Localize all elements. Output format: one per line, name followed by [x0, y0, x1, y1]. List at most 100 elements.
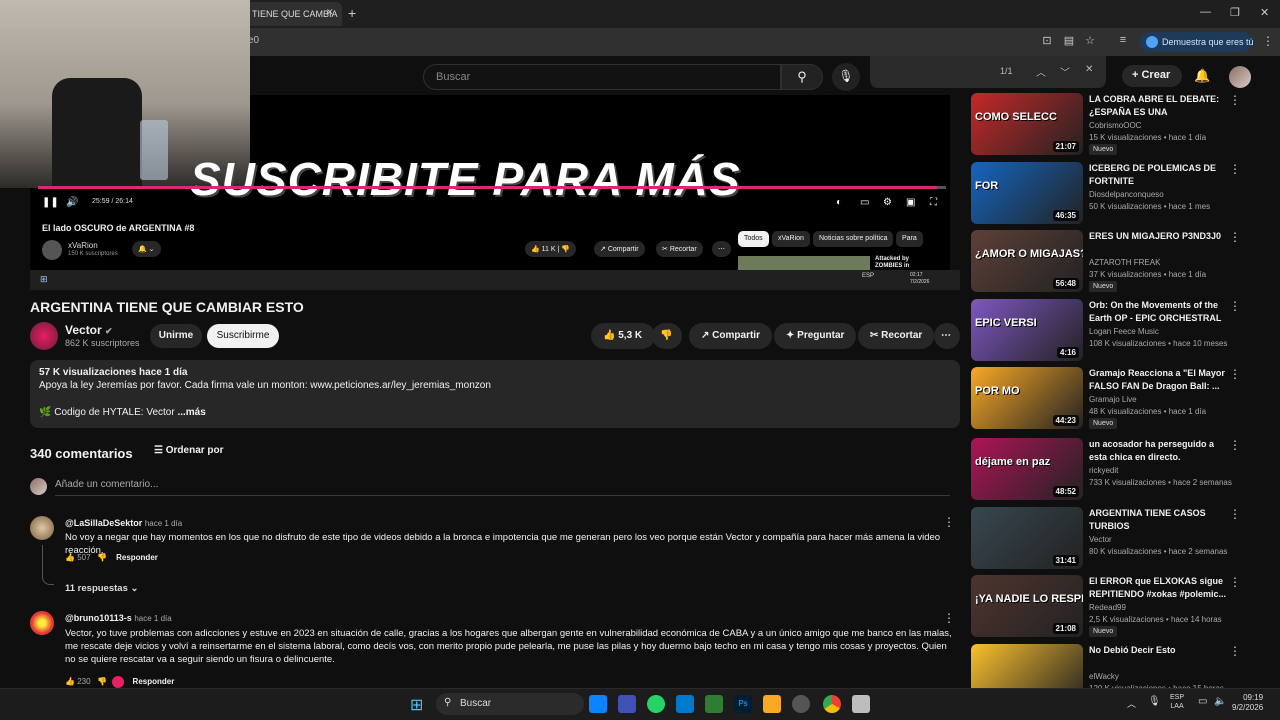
video-thumbnail[interactable]: ¡YA NADIE LO RESPETA! 21:08: [971, 575, 1083, 637]
photoshop-icon[interactable]: Ps: [734, 695, 752, 713]
video-thumbnail[interactable]: EPIC VERSI 4:16: [971, 299, 1083, 361]
subtitles-icon[interactable]: ▭: [860, 197, 869, 208]
recommended-title[interactable]: ICEBERG DE POLEMICAS DE FORTNITE: [1089, 162, 1229, 188]
recommended-video-card[interactable]: déjame en paz 48:52 un acosador ha persegu…: [971, 438, 1271, 500]
video-thumbnail[interactable]: 31:41: [971, 507, 1083, 569]
description-more[interactable]: ...más: [177, 407, 205, 418]
channel-avatar[interactable]: [30, 322, 58, 350]
settings-icon[interactable]: ⚙: [883, 197, 892, 208]
card-menu-icon[interactable]: ⋮: [1229, 438, 1241, 452]
comment-dislike-icon[interactable]: 👎: [97, 677, 107, 686]
recommended-title[interactable]: El ERROR que ELXOKAS sigue REPITIENDO #x…: [1089, 575, 1229, 601]
new-tab-icon[interactable]: +: [348, 5, 356, 21]
recommended-channel[interactable]: Diosdelpanconqueso: [1089, 190, 1164, 199]
subscribe-button[interactable]: Suscribirme: [207, 324, 279, 348]
comment-time[interactable]: hace 1 día: [145, 519, 182, 528]
app-icon[interactable]: [852, 695, 870, 713]
recommended-channel[interactable]: Gramajo Live: [1089, 395, 1137, 404]
recommended-title[interactable]: Orb: On the Movements of the Earth OP - …: [1089, 299, 1229, 325]
close-window-icon[interactable]: ✕: [1260, 6, 1269, 19]
recommended-video-card[interactable]: 31:41 ARGENTINA TIENE CASOS TURBIOS Vector…: [971, 507, 1271, 569]
recommended-channel[interactable]: rickyedit: [1089, 466, 1118, 475]
recommended-video-card[interactable]: ¡YA NADIE LO RESPETA! 21:08 El ERROR que E…: [971, 575, 1271, 637]
app-icon[interactable]: [792, 695, 810, 713]
add-comment-input[interactable]: Añade un comentario...: [55, 479, 158, 490]
recommended-title[interactable]: ARGENTINA TIENE CASOS TURBIOS: [1089, 507, 1229, 533]
join-button[interactable]: Unirme: [150, 324, 202, 348]
like-button[interactable]: 👍 5,3 K: [591, 323, 655, 349]
speaker-icon[interactable]: 🔈: [1214, 696, 1226, 707]
whatsapp-icon[interactable]: [647, 695, 665, 713]
notifications-icon[interactable]: 🔔: [1194, 68, 1210, 84]
video-thumbnail[interactable]: POR MO 44:23: [971, 367, 1083, 429]
search-button[interactable]: ⚲: [781, 64, 823, 90]
reply-button[interactable]: Responder: [116, 553, 158, 562]
channel-name[interactable]: Vector ✔: [65, 323, 113, 337]
comment-like-icon[interactable]: 👍: [65, 677, 75, 686]
recommended-channel[interactable]: elWacky: [1089, 672, 1119, 681]
recommended-channel[interactable]: Vector: [1089, 535, 1112, 544]
video-thumbnail[interactable]: COMO SELECC 21:07: [971, 93, 1083, 155]
chrome-icon[interactable]: [823, 695, 841, 713]
windows-start-icon[interactable]: ⊞: [410, 695, 423, 715]
recommended-video-card[interactable]: EPIC VERSI 4:16 Orb: On the Movements of t…: [971, 299, 1271, 361]
vscode-icon[interactable]: [676, 695, 694, 713]
recommended-channel[interactable]: Redead99: [1089, 603, 1126, 612]
card-menu-icon[interactable]: ⋮: [1229, 367, 1241, 381]
app-icon[interactable]: [705, 695, 723, 713]
fullscreen-icon[interactable]: ⛶: [930, 197, 937, 208]
card-menu-icon[interactable]: ⋮: [1229, 299, 1241, 313]
media-control-icon[interactable]: ≡: [1116, 34, 1130, 48]
account-avatar[interactable]: [1229, 66, 1251, 88]
taskbar-search[interactable]: ⚲ Buscar: [436, 693, 584, 715]
search-input[interactable]: Buscar: [423, 64, 781, 90]
minimize-icon[interactable]: —: [1200, 6, 1211, 18]
verify-button[interactable]: Demuestra que eres tú: [1140, 32, 1254, 52]
comment-menu-icon[interactable]: ⋮: [943, 611, 955, 625]
pause-icon[interactable]: ❚❚: [42, 197, 59, 208]
recommended-title[interactable]: LA COBRA ABRE EL DEBATE: ¿ESPAÑA ES UNA …: [1089, 93, 1229, 119]
recommended-video-card[interactable]: COMO SELECC 21:07 LA COBRA ABRE EL DEBATE:…: [971, 93, 1271, 155]
card-menu-icon[interactable]: ⋮: [1229, 93, 1241, 107]
more-actions-icon[interactable]: ⋯: [934, 323, 960, 349]
recommended-video-card[interactable]: POR MO 44:23 Gramajo Reacciona a "El Mayor…: [971, 367, 1271, 429]
comment-dislike-icon[interactable]: 👎: [97, 553, 107, 562]
maximize-icon[interactable]: ❐: [1230, 6, 1240, 19]
card-menu-icon[interactable]: ⋮: [1229, 230, 1241, 244]
microphone-icon[interactable]: 🎙: [1148, 696, 1161, 707]
comment-menu-icon[interactable]: ⋮: [943, 515, 955, 529]
create-button[interactable]: + Crear: [1122, 65, 1182, 87]
clip-button[interactable]: ✂ Recortar: [858, 323, 935, 349]
reply-button[interactable]: Responder: [133, 677, 175, 686]
comment-like-icon[interactable]: 👍: [65, 553, 75, 562]
share-button[interactable]: ↗ Compartir: [689, 323, 772, 349]
recommended-channel[interactable]: CobrismoOOC: [1089, 121, 1141, 130]
browser-menu-icon[interactable]: ⋮: [1262, 34, 1274, 48]
recommended-title[interactable]: ERES UN MIGAJERO P3ND3J0: [1089, 230, 1229, 243]
recommended-channel[interactable]: AZTAROTH FREAK: [1089, 258, 1160, 267]
comment-time[interactable]: hace 1 día: [134, 614, 171, 623]
recommended-channel[interactable]: Logan Feece Music: [1089, 327, 1159, 336]
find-next-icon[interactable]: ﹀: [1060, 64, 1070, 79]
bookmark-star-icon[interactable]: ☆: [1083, 34, 1097, 48]
autoplay-toggle[interactable]: ◐: [836, 197, 842, 208]
video-thumbnail[interactable]: déjame en paz 48:52: [971, 438, 1083, 500]
card-menu-icon[interactable]: ⋮: [1229, 507, 1241, 521]
comment-avatar[interactable]: [30, 516, 54, 540]
taskbar-clock[interactable]: 09:19 9/2/2026: [1232, 693, 1263, 713]
tab-close-icon[interactable]: ✕: [326, 7, 334, 18]
video-thumbnail[interactable]: FOR 46:35: [971, 162, 1083, 224]
comment-avatar[interactable]: [30, 611, 54, 635]
video-thumbnail[interactable]: ¿AMOR O MIGAJAS? 56:48: [971, 230, 1083, 292]
voice-search-icon[interactable]: 🎙: [832, 63, 860, 91]
volume-icon[interactable]: 🔊: [66, 197, 78, 208]
monitor-icon[interactable]: ▭: [1198, 696, 1207, 707]
card-menu-icon[interactable]: ⋮: [1229, 162, 1241, 176]
card-menu-icon[interactable]: ⋮: [1229, 575, 1241, 589]
dislike-button[interactable]: 👎: [652, 323, 682, 349]
reader-icon[interactable]: ▤: [1062, 34, 1076, 48]
sort-button[interactable]: ☰ Ordenar por: [154, 445, 224, 456]
recommended-video-card[interactable]: FOR 46:35 ICEBERG DE POLEMICAS DE FORTNITE…: [971, 162, 1271, 224]
comment-author[interactable]: @bruno10113-s: [65, 613, 132, 623]
tray-expand-icon[interactable]: ︿: [1127, 697, 1136, 710]
